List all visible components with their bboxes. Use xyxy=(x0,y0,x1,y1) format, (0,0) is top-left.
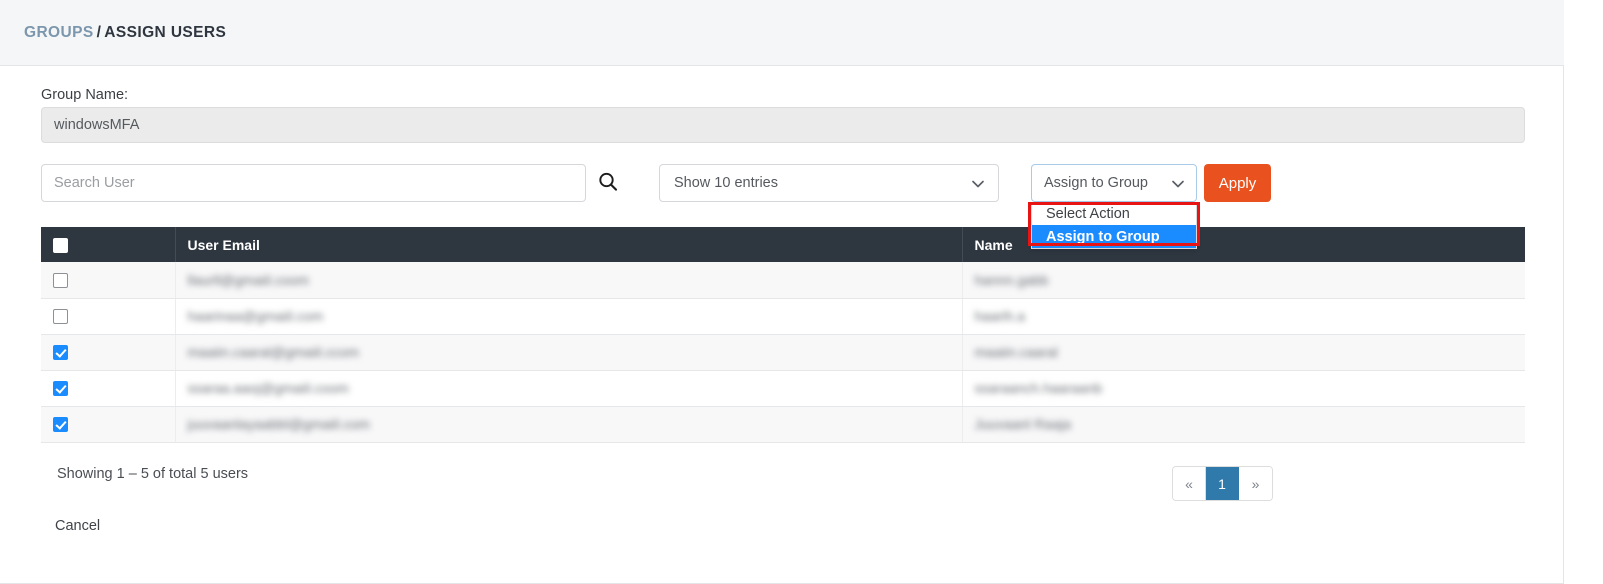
select-all-checkbox[interactable] xyxy=(53,237,68,253)
pagination: « 1 » xyxy=(1172,466,1273,501)
row-select-cell xyxy=(41,262,176,299)
bulk-action-select[interactable]: Assign to Group xyxy=(1031,164,1197,202)
row-checkbox[interactable] xyxy=(53,381,68,397)
pagination-prev[interactable]: « xyxy=(1173,467,1206,500)
row-email-cell: ssaraa.aaoj@gmaiil.coom xyxy=(175,370,963,407)
row-email-cell: maaiin.caaral@gmaiil.ccom xyxy=(175,334,963,371)
group-name-label: Group Name: xyxy=(41,87,129,103)
select-all-header xyxy=(41,227,176,262)
row-email-cell: haarinaa@gmaiil.com xyxy=(175,298,963,335)
row-checkbox[interactable] xyxy=(53,345,68,361)
search-icon[interactable] xyxy=(597,171,619,193)
breadcrumb-current: ASSIGN USERS xyxy=(104,23,227,41)
row-name-cell: maaiin.caaral xyxy=(962,334,1525,371)
bulk-action-select-value: Assign to Group xyxy=(1044,175,1148,191)
group-name-input[interactable] xyxy=(41,107,1525,143)
row-checkbox[interactable] xyxy=(53,309,68,325)
row-name-value: hannn.gabb xyxy=(974,271,1049,288)
row-email-value: ssaraa.aaoj@gmaiil.coom xyxy=(187,380,349,396)
dropdown-option-select-action[interactable]: Select Action xyxy=(1032,202,1196,225)
table-header-row: User Email Name xyxy=(41,227,1525,262)
assign-users-page: GROUPS / ASSIGN USERS Group Name: Show 1… xyxy=(0,0,1603,584)
row-email-cell: llaurll@gmaiil.coom xyxy=(175,262,963,299)
row-checkbox[interactable] xyxy=(53,273,68,289)
users-table: User Email Name llaurll@gmaiil.coom hann… xyxy=(41,227,1525,443)
row-name-value: ssaraanch.haaraanb xyxy=(974,380,1103,396)
entries-select[interactable]: Show 10 entries xyxy=(659,164,999,202)
chevron-down-icon xyxy=(1171,177,1185,195)
showing-entries-text: Showing 1 – 5 of total 5 users xyxy=(57,466,249,482)
pagination-next[interactable]: » xyxy=(1239,467,1272,500)
row-name-value: Juuvaanl Raaja xyxy=(974,416,1072,432)
row-select-cell xyxy=(41,334,176,371)
users-table-body: llaurll@gmaiil.coom hannn.gabb haarinaa@… xyxy=(41,262,1525,443)
row-name-value: haarih.a xyxy=(974,308,1026,324)
breadcrumb-groups-link[interactable]: GROUPS xyxy=(24,24,94,42)
table-row: juuvaanlayaabbl@gmaiil.com Juuvaanl Raaj… xyxy=(41,406,1525,443)
row-checkbox[interactable] xyxy=(53,417,68,433)
search-input[interactable] xyxy=(41,164,586,202)
row-email-cell: juuvaanlayaabbl@gmaiil.com xyxy=(175,406,963,443)
table-row: haarinaa@gmaiil.com haarih.a xyxy=(41,298,1525,335)
table-row: maaiin.caaral@gmaiil.ccom maaiin.caaral xyxy=(41,334,1525,371)
bulk-action-dropdown-panel[interactable]: Select Action Assign to Group xyxy=(1031,202,1197,249)
table-row: llaurll@gmaiil.coom hannn.gabb xyxy=(41,262,1525,299)
cancel-link[interactable]: Cancel xyxy=(55,518,100,534)
users-table-head: User Email Name xyxy=(41,227,1525,262)
table-row: ssaraa.aaoj@gmaiil.coom ssaraanch.haaraa… xyxy=(41,370,1525,407)
row-select-cell xyxy=(41,370,176,407)
content-card: Group Name: Show 10 entries A xyxy=(0,66,1564,584)
column-header-user-email[interactable]: User Email xyxy=(175,227,963,262)
row-email-value: juuvaanlayaabbl@gmaiil.com xyxy=(187,416,370,432)
breadcrumb: GROUPS / ASSIGN USERS xyxy=(0,0,1564,66)
row-name-cell: haarih.a xyxy=(962,298,1525,335)
row-email-value: maaiin.caaral@gmaiil.ccom xyxy=(187,344,359,360)
chevron-down-icon xyxy=(971,177,985,195)
row-email-value: llaurll@gmaiil.coom xyxy=(187,271,310,288)
row-select-cell xyxy=(41,406,176,443)
row-select-cell xyxy=(41,298,176,335)
row-name-cell: hannn.gabb xyxy=(962,262,1525,299)
row-name-value: maaiin.caaral xyxy=(974,344,1058,360)
row-name-cell: Juuvaanl Raaja xyxy=(962,406,1525,443)
row-email-value: haarinaa@gmaiil.com xyxy=(187,308,324,324)
breadcrumb-separator: / xyxy=(96,23,102,41)
row-name-cell: ssaraanch.haaraanb xyxy=(962,370,1525,407)
dropdown-option-assign-to-group[interactable]: Assign to Group xyxy=(1032,225,1196,248)
apply-button[interactable]: Apply xyxy=(1204,164,1271,202)
pagination-page-1[interactable]: 1 xyxy=(1206,467,1239,500)
entries-select-value: Show 10 entries xyxy=(674,175,778,191)
